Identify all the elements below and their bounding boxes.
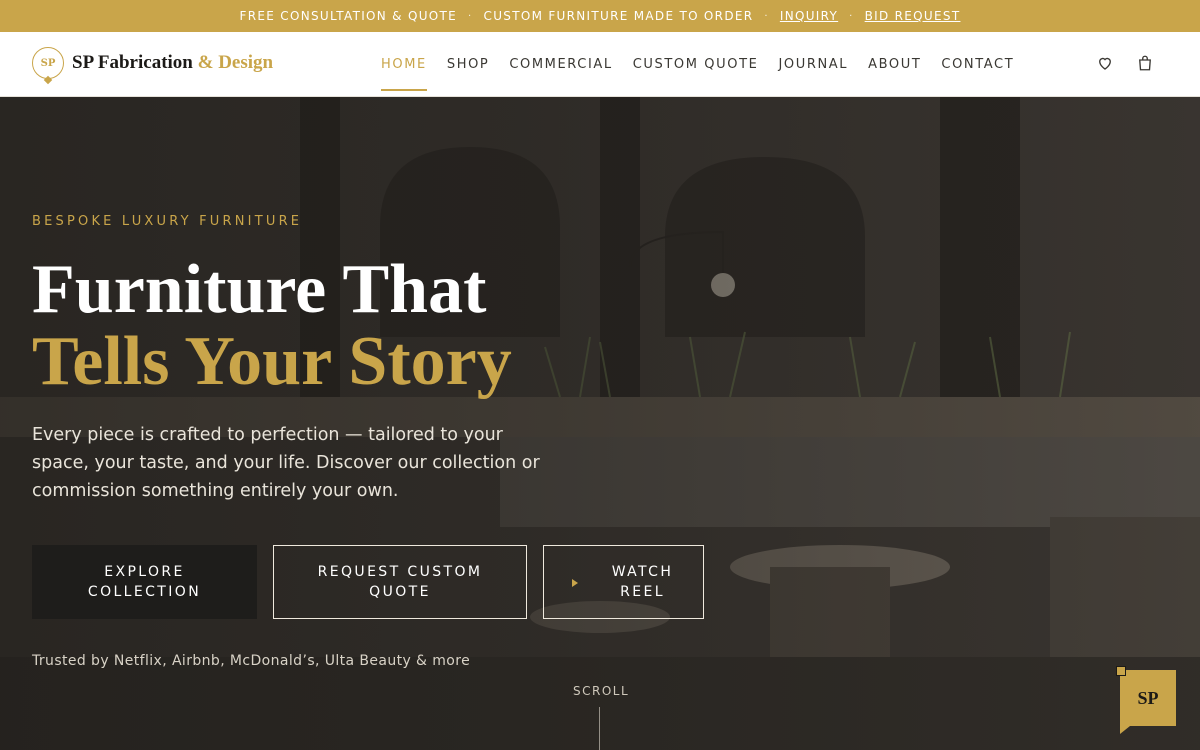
logo-mark: SP xyxy=(32,47,64,79)
request-custom-quote-button[interactable]: REQUEST CUSTOM QUOTE xyxy=(273,545,527,619)
nav-shop[interactable]: SHOP xyxy=(447,32,490,96)
separator-dot: · xyxy=(764,10,769,22)
sp-badge[interactable]: SP xyxy=(1116,666,1176,734)
separator-dot: · xyxy=(468,10,473,22)
site-logo[interactable]: SP SP Fabrication & Design xyxy=(32,47,273,79)
nav-about[interactable]: ABOUT xyxy=(868,32,921,96)
site-header: SP SP Fabrication & Design HOME SHOP COM… xyxy=(0,32,1200,97)
hero-description: Every piece is crafted to perfection — t… xyxy=(32,425,540,501)
hero-eyebrow: BESPOKE LUXURY FURNITURE xyxy=(32,214,303,229)
bid-request-link[interactable]: BID REQUEST xyxy=(865,9,961,23)
announcement-bar: FREE CONSULTATION & QUOTE · CUSTOM FURNI… xyxy=(0,0,1200,32)
nav-custom-quote[interactable]: CUSTOM QUOTE xyxy=(633,32,759,96)
trusted-by-text: Trusted by Netflix, Airbnb, McDonald’s, … xyxy=(32,653,471,669)
header-icons xyxy=(1096,54,1154,72)
scroll-indicator[interactable]: SCROLL xyxy=(573,684,629,698)
explore-collection-button[interactable]: EXPLORE COLLECTION xyxy=(32,545,257,619)
hero-title-line1: Furniture That xyxy=(32,251,487,328)
watch-reel-label: WATCH REEL xyxy=(611,564,674,600)
inquiry-link[interactable]: INQUIRY xyxy=(780,9,838,23)
logo-name: SP Fabrication xyxy=(72,52,193,73)
request-custom-quote-label: REQUEST CUSTOM QUOTE xyxy=(317,564,483,600)
nav-journal[interactable]: JOURNAL xyxy=(778,32,848,96)
logo-accent: & Design xyxy=(197,52,274,73)
hero-title-line2: Tells Your Story xyxy=(32,323,512,400)
main-nav: HOME SHOP COMMERCIAL CUSTOM QUOTE JOURNA… xyxy=(381,32,1034,96)
shopping-bag-icon[interactable] xyxy=(1136,54,1154,72)
nav-home[interactable]: HOME xyxy=(381,32,427,96)
scroll-line xyxy=(599,707,600,750)
watch-reel-button[interactable]: WATCH REEL xyxy=(543,545,704,619)
nav-contact[interactable]: CONTACT xyxy=(941,32,1014,96)
announcement-item: CUSTOM FURNITURE MADE TO ORDER xyxy=(483,9,754,23)
logo-text: SP Fabrication & Design xyxy=(72,52,273,74)
announcement-item: FREE CONSULTATION & QUOTE xyxy=(239,9,458,23)
separator-dot: · xyxy=(849,10,854,22)
hero-section: BESPOKE LUXURY FURNITURE Furniture That … xyxy=(0,97,1200,750)
explore-collection-label: EXPLORE COLLECTION xyxy=(87,564,202,600)
heart-icon[interactable] xyxy=(1096,54,1114,72)
play-icon xyxy=(572,579,578,587)
nav-commercial[interactable]: COMMERCIAL xyxy=(509,32,612,96)
